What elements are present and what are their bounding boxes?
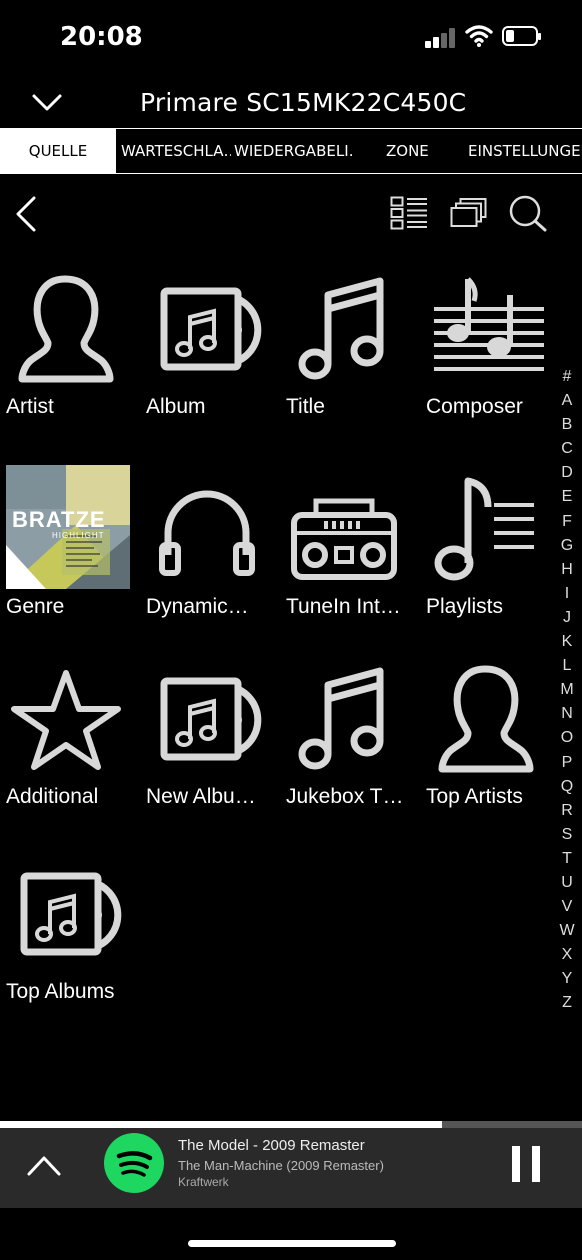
alpha-index-letter[interactable]: A [556, 389, 578, 413]
alpha-index-letter[interactable]: X [556, 943, 578, 967]
artwork-subtitle: HIGHLIGHT [52, 531, 105, 540]
category-new-albums[interactable]: New Albu… [146, 665, 276, 845]
alpha-index-letter[interactable]: C [556, 437, 578, 461]
category-additional[interactable]: Additional [6, 665, 136, 845]
battery-icon [502, 26, 541, 46]
category-label: New Albu… [146, 785, 256, 808]
tab-warteschlange[interactable]: WARTESCHLA… [121, 129, 231, 173]
category-label: Artist [6, 395, 54, 418]
category-label: Genre [6, 595, 65, 618]
category-label: TuneIn Int… [286, 595, 401, 618]
track-album: The Man-Machine (2009 Remaster) [178, 1158, 384, 1173]
alpha-index-letter[interactable]: I [556, 582, 578, 606]
track-title: The Model - 2009 Remaster [178, 1137, 365, 1154]
sheet-music-icon [434, 277, 544, 371]
artwork-title: BRATZE [12, 507, 106, 532]
alpha-index-letter[interactable]: U [556, 871, 578, 895]
radio-icon [291, 498, 397, 580]
tab-bar: QUELLE WARTESCHLA… WIEDERGABELI… ZONE EI… [0, 128, 582, 174]
alpha-index-letter[interactable]: W [556, 919, 578, 943]
alpha-index-letter[interactable]: O [556, 726, 578, 750]
category-jukebox[interactable]: Jukebox T… [286, 665, 416, 845]
alpha-index-letter[interactable]: N [556, 702, 578, 726]
alpha-index-letter[interactable]: K [556, 630, 578, 654]
category-genre[interactable]: BRATZE HIGHLIGHT Genre [6, 465, 136, 645]
music-note-icon [298, 277, 384, 380]
expand-chevron-icon[interactable] [26, 1152, 62, 1178]
category-top-artists[interactable]: Top Artists [426, 665, 556, 845]
alpha-index-letter[interactable]: S [556, 823, 578, 847]
category-composer[interactable]: Composer [426, 275, 556, 455]
category-label: Jukebox T… [286, 785, 404, 808]
playback-progress-fill [0, 1121, 443, 1128]
stack-icon[interactable] [450, 196, 488, 230]
category-album[interactable]: Album [146, 275, 276, 455]
device-title: Primare SC15MK22C450C [140, 88, 467, 117]
status-bar: 20:08 [0, 0, 582, 78]
alpha-index-letter[interactable]: M [556, 678, 578, 702]
category-dynamic[interactable]: Dynamic… [146, 465, 276, 645]
category-artist[interactable]: Artist [6, 275, 136, 455]
tab-quelle[interactable]: QUELLE [0, 129, 116, 173]
genre-artwork: BRATZE HIGHLIGHT [6, 465, 130, 589]
category-label: Dynamic… [146, 595, 249, 618]
alpha-index-letter[interactable]: Q [556, 775, 578, 799]
track-artist: Kraftwerk [178, 1175, 229, 1189]
star-icon [11, 670, 121, 770]
tab-zone[interactable]: ZONE [386, 129, 436, 173]
category-label: Top Artists [426, 785, 523, 808]
category-label: Playlists [426, 595, 504, 618]
playlist-icon [434, 477, 534, 581]
alpha-index-letter[interactable]: E [556, 485, 578, 509]
album-icon [160, 677, 262, 761]
category-top-albums[interactable]: Top Albums [6, 860, 136, 1040]
category-label: Composer [426, 395, 523, 418]
alpha-index-letter[interactable]: G [556, 534, 578, 558]
category-tunein[interactable]: TuneIn Int… [286, 465, 416, 645]
collapse-chevron-icon[interactable] [30, 88, 64, 118]
pause-button[interactable] [512, 1146, 540, 1182]
category-title[interactable]: Title [286, 275, 416, 455]
category-label: Title [286, 395, 325, 418]
alpha-index-letter[interactable]: L [556, 654, 578, 678]
wifi-icon [465, 25, 493, 47]
album-icon [160, 287, 262, 371]
alpha-index-letter[interactable]: B [556, 413, 578, 437]
music-note-icon [298, 667, 384, 770]
status-time: 20:08 [60, 22, 143, 52]
alpha-index-letter[interactable]: P [556, 751, 578, 775]
category-label: Additional [6, 785, 99, 808]
category-playlists[interactable]: Playlists [426, 465, 556, 645]
home-indicator[interactable] [188, 1240, 396, 1247]
now-playing-bar[interactable]: The Model - 2009 Remaster The Man-Machin… [0, 1128, 582, 1208]
alpha-index-letter[interactable]: Y [556, 967, 578, 991]
artist-icon [438, 665, 534, 773]
category-label: Top Albums [6, 980, 115, 1003]
tab-einstellungen[interactable]: EINSTELLUNGEN [468, 129, 582, 173]
category-label: Album [146, 395, 206, 418]
album-icon [20, 872, 122, 956]
alpha-index-letter[interactable]: R [556, 799, 578, 823]
cellular-signal-icon [425, 28, 457, 48]
alpha-index-letter[interactable]: D [556, 461, 578, 485]
alpha-index-letter[interactable]: T [556, 847, 578, 871]
alpha-index-letter[interactable]: J [556, 606, 578, 630]
back-icon[interactable] [14, 196, 38, 232]
alpha-index-letter[interactable]: # [556, 365, 578, 389]
alpha-index-letter[interactable]: Z [556, 991, 578, 1015]
alpha-index-letter[interactable]: F [556, 510, 578, 534]
spotify-icon [104, 1133, 164, 1193]
headphones-icon [159, 490, 255, 576]
list-view-icon[interactable] [390, 196, 428, 230]
alphabet-index[interactable]: # A B C D E F G H I J K L M N O P Q R S T U V W X Y Z [556, 365, 578, 1016]
alpha-index-letter[interactable]: V [556, 895, 578, 919]
alpha-index-letter[interactable]: H [556, 558, 578, 582]
pause-icon [512, 1146, 520, 1182]
artist-icon [18, 275, 114, 383]
tab-wiedergabeliste[interactable]: WIEDERGABELI… [234, 129, 352, 173]
search-icon[interactable] [508, 194, 548, 232]
